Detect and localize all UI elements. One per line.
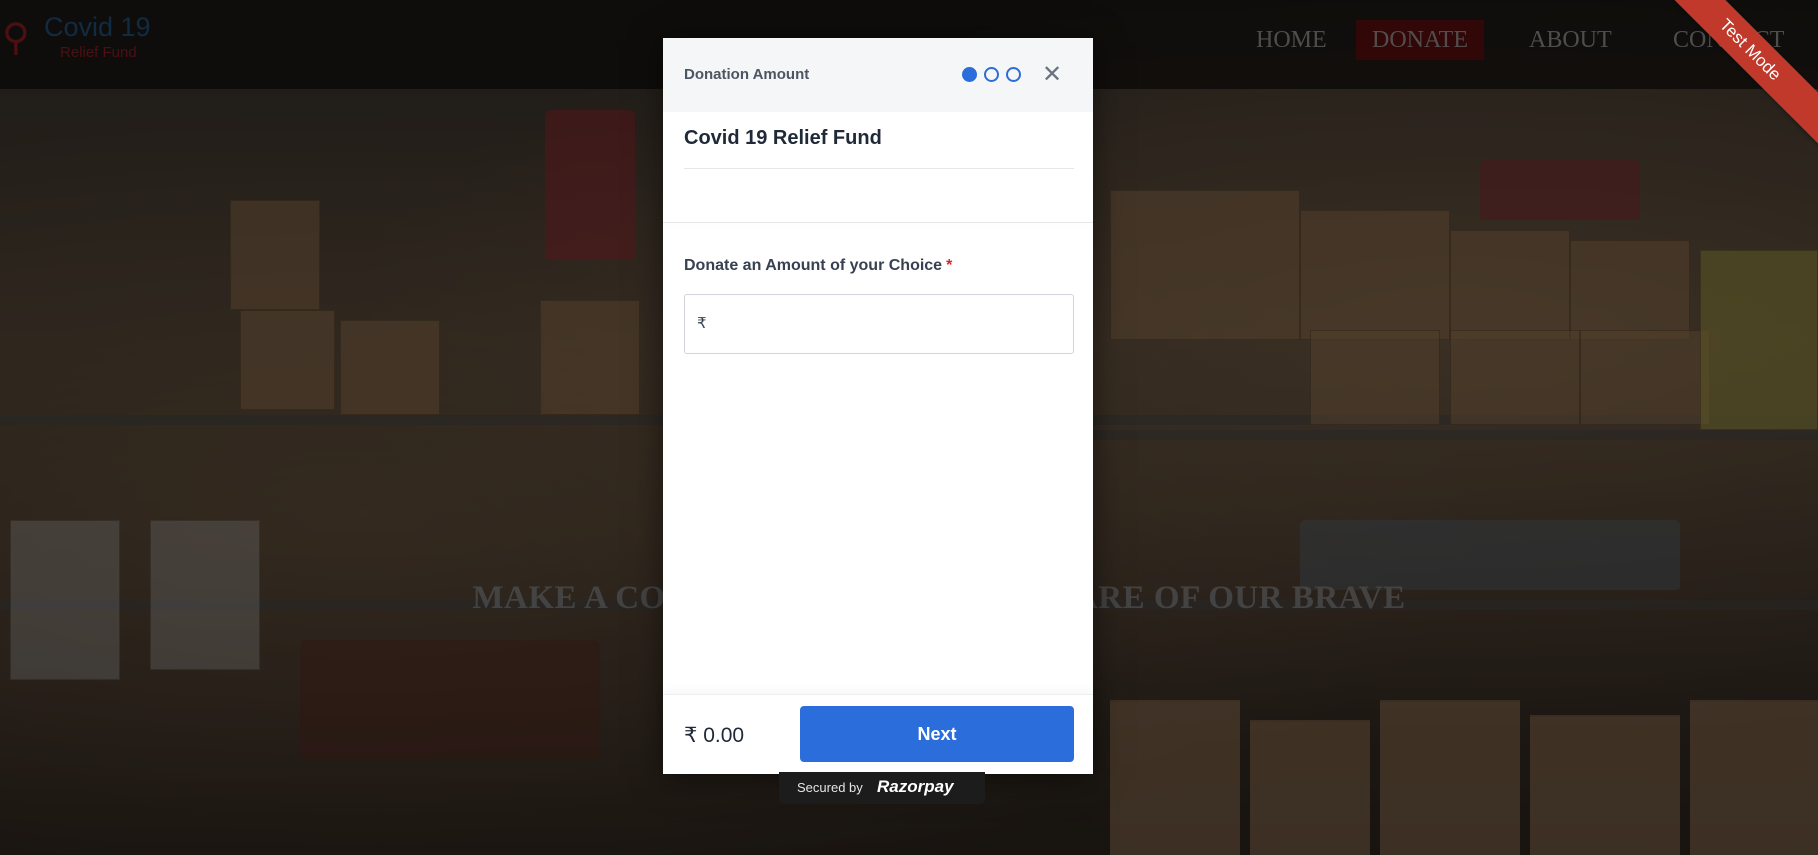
amount-field-label: Donate an Amount of your Choice * (684, 257, 952, 275)
close-icon[interactable]: ✕ (1041, 62, 1063, 86)
divider (684, 168, 1074, 169)
modal-header: Donation Amount ✕ (663, 38, 1093, 112)
currency-symbol: ₹ (697, 314, 707, 332)
divider (663, 222, 1093, 223)
ribbon-label: Test Mode (1668, 0, 1818, 150)
razorpay-logo: Razorpay (877, 777, 954, 796)
step-dot-1 (962, 67, 977, 82)
test-mode-ribbon: Test Mode (1668, 0, 1818, 150)
amount-input[interactable] (717, 305, 1062, 343)
step-dot-3 (1006, 67, 1021, 82)
amount-label-text: Donate an Amount of your Choice (684, 257, 943, 274)
secured-by-badge: Secured by Razorpay (779, 772, 985, 804)
donation-modal: Donation Amount ✕ Covid 19 Relief Fund D… (663, 38, 1093, 774)
step-dot-2 (984, 67, 999, 82)
modal-footer: ₹ 0.00 Next (663, 694, 1093, 774)
organization-name: Covid 19 Relief Fund (684, 127, 882, 149)
modal-header-title: Donation Amount (684, 66, 810, 83)
next-button[interactable]: Next (800, 706, 1074, 762)
amount-field[interactable]: ₹ (684, 294, 1074, 354)
required-mark: * (946, 257, 953, 274)
total-amount: ₹ 0.00 (684, 724, 745, 747)
secured-text: Secured by (797, 780, 863, 795)
